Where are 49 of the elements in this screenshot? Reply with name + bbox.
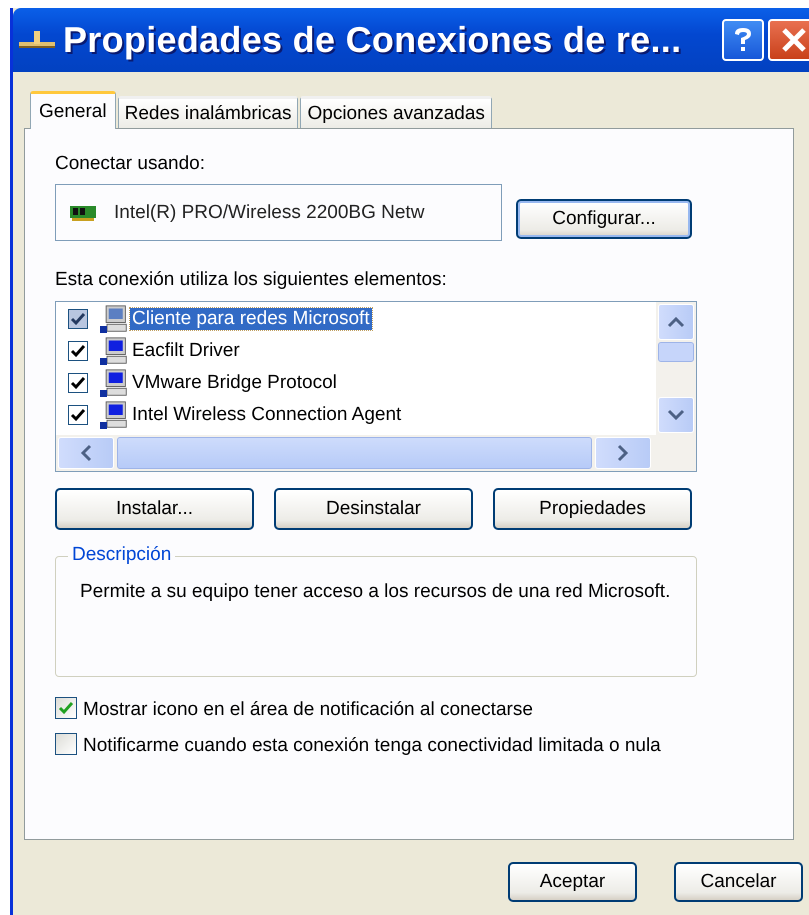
- scroll-left-button[interactable]: [58, 437, 114, 469]
- chevron-down-icon: [667, 409, 685, 421]
- scroll-up-button[interactable]: [658, 304, 694, 340]
- checkbox[interactable]: [68, 341, 88, 361]
- computer-icon: [100, 369, 128, 397]
- help-icon: [732, 26, 754, 54]
- network-card-icon: [68, 204, 98, 222]
- action-button[interactable]: Propiedades: [493, 488, 692, 530]
- group-legend: Descripción: [68, 544, 176, 566]
- tab[interactable]: Opciones avanzadas: [300, 96, 492, 128]
- chevron-up-icon: [667, 316, 685, 328]
- close-button[interactable]: [768, 19, 809, 61]
- network-icon: [19, 29, 55, 51]
- checkbox-label: Mostrar icono en el área de notificación al conectarse: [83, 698, 534, 722]
- dialog-button[interactable]: Aceptar: [508, 862, 637, 902]
- chevron-right-icon: [617, 444, 629, 462]
- scroll-down-button[interactable]: [658, 397, 694, 433]
- list-label: Esta conexión utiliza los siguientes elementos:: [55, 269, 448, 291]
- action-button[interactable]: Desinstalar: [274, 488, 473, 530]
- vertical-scrollbar[interactable]: [656, 302, 696, 435]
- help-button[interactable]: [722, 19, 764, 61]
- scroll-thumb[interactable]: [658, 342, 694, 362]
- action-button[interactable]: Instalar...: [55, 488, 254, 530]
- tab[interactable]: General: [30, 91, 116, 129]
- horizontal-scrollbar[interactable]: [56, 435, 696, 471]
- scroll-thumb[interactable]: [117, 437, 592, 469]
- field-label: Conectar usando:: [55, 153, 206, 175]
- chevron-left-icon: [80, 444, 92, 462]
- close-icon: [781, 27, 807, 53]
- checkbox[interactable]: [68, 373, 88, 393]
- list-item[interactable]: Eacfilt Driver: [130, 340, 242, 362]
- checkbox[interactable]: [68, 309, 88, 329]
- adapter-name: Intel(R) PRO/Wireless 2200BG Netw: [114, 202, 424, 224]
- checkbox[interactable]: [55, 697, 77, 719]
- configure-button[interactable]: Configurar...: [516, 198, 692, 238]
- checkbox-label: Notificarme cuando esta conexión tenga conectividad limitada o nula: [83, 734, 662, 758]
- dialog-button[interactable]: Cancelar: [674, 862, 803, 902]
- list-item[interactable]: Cliente para redes Microsoft: [130, 308, 372, 330]
- scroll-right-button[interactable]: [595, 437, 651, 469]
- description-text: Permite a su equipo tener acceso a los recursos de una red Microsoft.: [80, 580, 672, 604]
- tab[interactable]: Redes inalámbricas: [118, 96, 298, 128]
- checkbox[interactable]: [55, 733, 77, 755]
- computer-icon: [100, 337, 128, 365]
- window-title: Propiedades de Conexiones de re...: [63, 19, 682, 61]
- computer-icon: [100, 401, 128, 429]
- checkbox[interactable]: [68, 405, 88, 425]
- computer-icon: [100, 305, 128, 333]
- list-item[interactable]: Intel Wireless Connection Agent: [130, 404, 404, 426]
- list-item[interactable]: VMware Bridge Protocol: [130, 372, 339, 394]
